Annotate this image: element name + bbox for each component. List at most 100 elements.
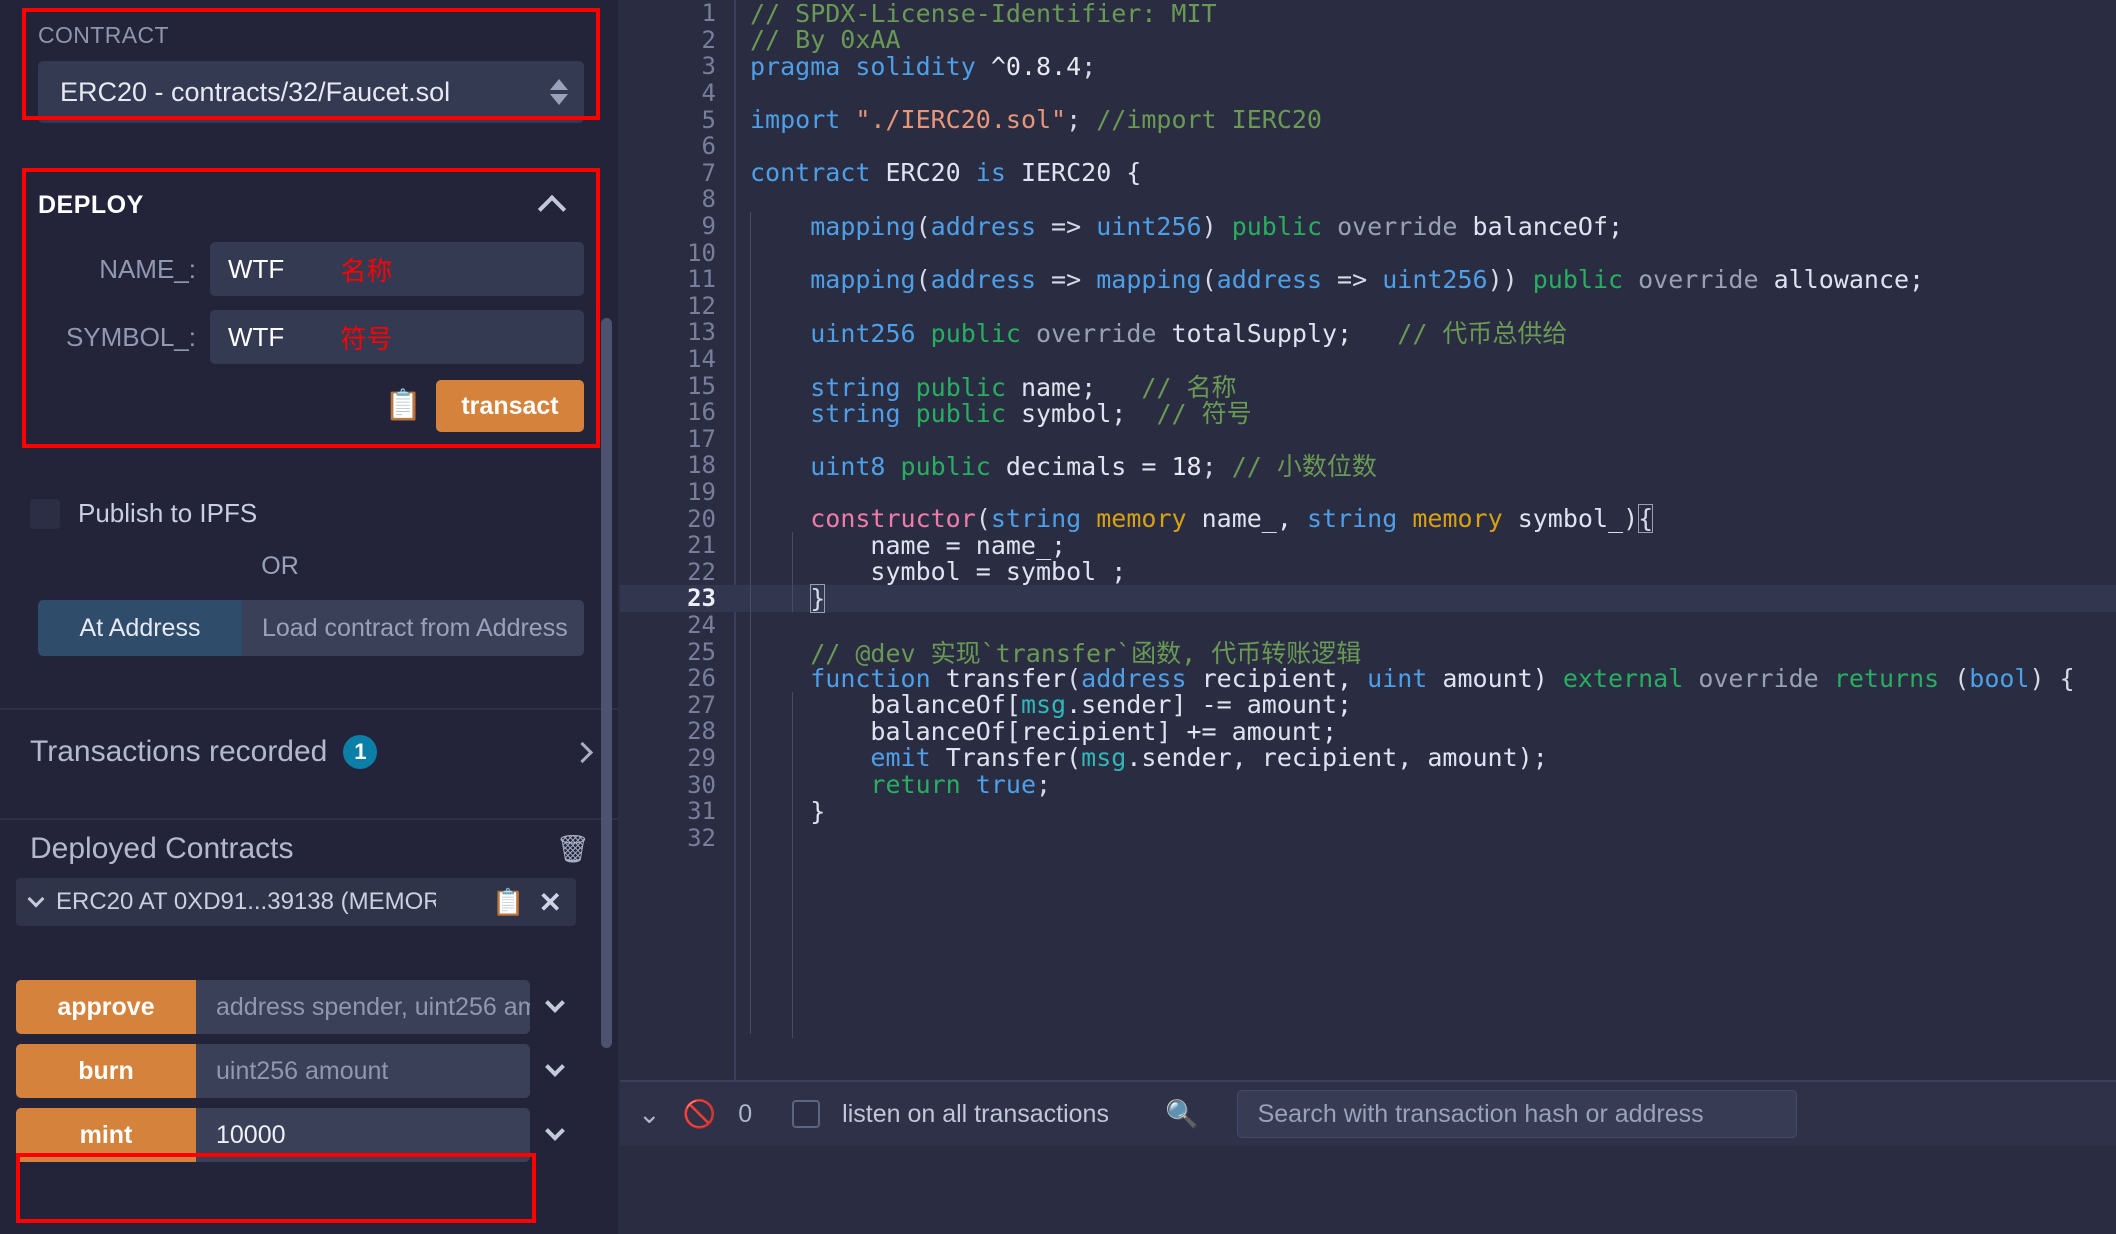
deploy-actions: 📋 transact [38,380,584,432]
search-icon[interactable]: 🔍 [1165,1098,1199,1130]
symbol-field-label: SYMBOL_: [65,321,196,352]
line-number: 21 [687,531,716,560]
contract-select-value: ERC20 - contracts/32/Faucet.sol [60,76,451,107]
code-line-text: function transfer(address recipient, uin… [810,663,2075,693]
terminal-toolbar: ⌄ 🚫 0 listen on all transactions 🔍 Searc… [620,1080,2116,1146]
line-number: 10 [687,238,716,267]
code-line[interactable]: 21 name = name_; [620,531,2116,560]
line-number: 15 [687,371,716,400]
contract-label: CONTRACT [38,22,169,48]
code-line-text: pragma solidity ^0.8.4; [750,51,1097,81]
contract-select[interactable]: ERC20 - contracts/32/Faucet.sol [38,61,584,123]
chevron-down-icon[interactable] [545,993,565,1013]
code-line[interactable]: 8 [620,185,2116,214]
code-line[interactable]: 10 [620,238,2116,267]
burn-button[interactable]: burn [16,1044,196,1098]
code-line[interactable]: 25 // @dev 实现`transfer`函数, 代币转账逻辑 [620,638,2116,668]
trash-icon[interactable]: 🗑 [556,833,590,865]
publish-ipfs-checkbox[interactable] [30,498,60,529]
code-line[interactable]: 13 uint256 public override totalSupply; … [620,318,2116,348]
deployed-contracts-header: Deployed Contracts 🗑 [30,832,590,866]
code-line[interactable]: 23 } [620,583,2116,613]
code-line[interactable]: 20 constructor(string memory name_, stri… [620,504,2116,534]
at-address-row: At Address Load contract from Address [38,600,584,656]
sidebar-scrollbar[interactable] [601,318,612,1048]
terminal-output [620,1146,2116,1234]
approve-button[interactable]: approve [16,980,196,1034]
burn-args-input[interactable]: uint256 amount [196,1044,530,1098]
code-line[interactable]: 9 mapping(address => uint256) public ove… [620,211,2116,241]
name-input[interactable]: WTF 名称 [210,242,584,296]
up-down-arrows-icon[interactable] [550,79,568,105]
publish-ipfs-row[interactable]: Publish to IPFS [30,498,257,529]
code-line[interactable]: 16 string public symbol; // 符号 [620,398,2116,428]
code-line-text: mapping(address => mapping(address => ui… [810,264,1925,294]
code-line[interactable]: 30 return true; [620,770,2116,800]
code-line[interactable]: 11 mapping(address => mapping(address =>… [620,264,2116,294]
line-number: 5 [701,105,716,134]
line-number: 30 [687,770,716,799]
deployed-contract-item[interactable]: ERC20 AT 0XD91...39138 (MEMOR 📋 ✕ [16,878,576,926]
no-entry-icon[interactable]: 🚫 [683,1100,717,1128]
deploy-header[interactable]: DEPLOY [38,182,584,228]
chevron-right-icon[interactable] [571,741,594,763]
code-line-text: mapping(address => uint256) public overr… [810,211,1624,241]
approve-args-input[interactable]: address spender, uint256 amount [196,980,530,1034]
chevron-down-icon[interactable] [27,890,45,908]
indent-guide [792,532,793,612]
code-line-text: emit Transfer(msg.sender, recipient, amo… [870,743,1548,773]
code-line[interactable]: 29 emit Transfer(msg.sender, recipient, … [620,743,2116,773]
line-number: 31 [687,797,716,826]
copy-icon[interactable]: 📋 [385,391,422,421]
transaction-search-input[interactable]: Search with transaction hash or address [1236,1090,1797,1138]
code-line[interactable]: 3 pragma solidity ^0.8.4; [620,51,2116,81]
code-line[interactable]: 5 import "./IERC20.sol"; //import IERC20 [620,105,2116,134]
code-line[interactable]: 4 [620,79,2116,107]
code-line[interactable]: 26 function transfer(address recipient, … [620,663,2116,693]
line-number: 7 [701,158,716,187]
code-line[interactable]: 27 balanceOf[msg.sender] -= amount; [620,690,2116,719]
code-line[interactable]: 2 // By 0xAA [620,25,2116,54]
code-editor[interactable]: 1 // SPDX-License-Identifier: MIT 2 // By 0… [620,0,2116,1080]
name-annotation: 名称 [340,255,393,286]
code-line[interactable]: 31 } [620,797,2116,826]
or-divider-label: OR [261,552,299,580]
line-number: 32 [687,823,716,852]
transact-button[interactable]: transact [436,380,584,432]
code-line[interactable]: 32 [620,823,2116,852]
code-line-text: return true; [870,770,1052,800]
chevron-down-icon[interactable] [545,1057,565,1077]
indent-guide [792,692,793,1038]
transactions-recorded-row[interactable]: Transactions recorded 1 [30,735,594,769]
code-line[interactable]: 1 // SPDX-License-Identifier: MIT [620,0,2116,28]
code-line[interactable]: 7 contract ERC20 is IERC20 { [620,158,2116,187]
listen-all-transactions-checkbox[interactable] [792,1100,821,1128]
at-address-button[interactable]: At Address [38,600,242,656]
transactions-recorded-label: Transactions recorded [30,735,328,768]
line-number: 11 [687,265,716,294]
code-line[interactable]: 22 symbol = symbol_; [620,557,2116,586]
line-number: 16 [687,398,716,427]
mint-args-input[interactable]: 10000 [196,1108,530,1162]
line-number: 20 [687,504,716,533]
code-line[interactable]: 18 uint8 public decimals = 18; // 小数位数 [620,451,2116,481]
symbol-input[interactable]: WTF 符号 [210,310,584,364]
code-content[interactable]: 1 // SPDX-License-Identifier: MIT 2 // By 0… [620,0,2116,1080]
double-chevron-down-icon[interactable]: ⌄ [638,1100,661,1128]
line-number: 19 [687,477,716,506]
line-number: 8 [701,185,716,214]
chevron-down-icon[interactable] [545,1121,565,1141]
deploy-field-symbol: SYMBOL_: WTF 符号 [38,310,584,364]
deployed-contracts-title: Deployed Contracts [30,832,294,865]
chevron-up-icon[interactable] [537,194,567,224]
at-address-input[interactable]: Load contract from Address [242,600,584,656]
line-number: 14 [687,345,716,374]
mint-button[interactable]: mint [16,1108,196,1162]
contract-functions-list: approve address spender, uint256 amount … [16,980,576,1172]
code-line[interactable]: 19 [620,477,2116,506]
code-line[interactable]: 6 [620,132,2116,160]
copy-icon[interactable]: 📋 [492,887,524,918]
code-line[interactable]: 28 balanceOf[recipient] += amount; [620,717,2116,746]
line-number: 26 [687,664,716,693]
close-icon[interactable]: ✕ [539,886,562,919]
